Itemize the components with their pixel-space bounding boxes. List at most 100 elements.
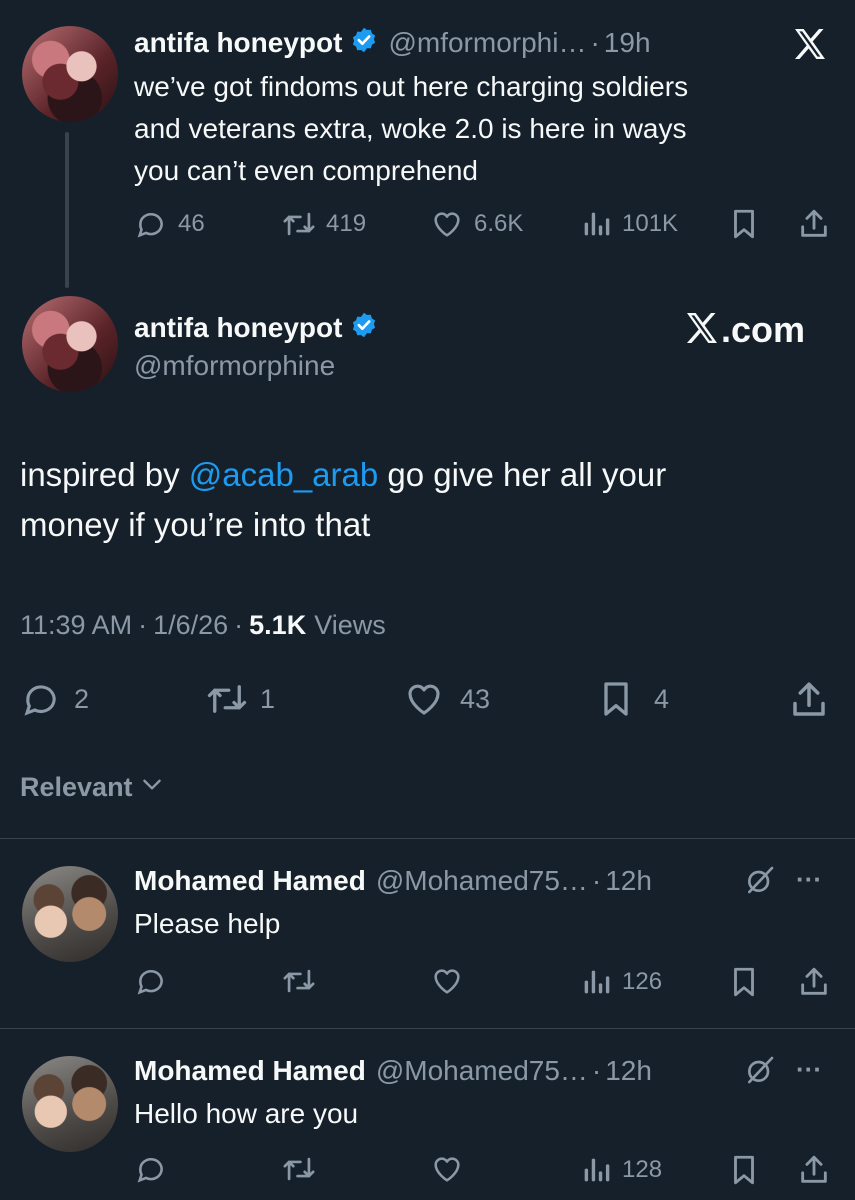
verified-badge-icon xyxy=(350,26,378,61)
like-button[interactable] xyxy=(430,1152,464,1191)
tweet-text-line: and veterans extra, woke 2.0 is here in … xyxy=(134,113,687,144)
reply-icon xyxy=(20,678,62,720)
like-icon xyxy=(430,1157,464,1190)
reply-button[interactable] xyxy=(134,964,168,1003)
reply-header: Mohamed Hamed @Mohamed75… · 12h xyxy=(134,1052,652,1090)
repost-icon xyxy=(280,207,318,241)
more-icon[interactable]: ··· xyxy=(796,1054,822,1085)
grok-icon[interactable] xyxy=(744,1054,776,1091)
divider xyxy=(0,1028,855,1029)
share-button[interactable] xyxy=(797,1152,831,1193)
tweet-header: antifa honeypot @mformorphi… · 19h xyxy=(134,24,651,62)
chevron-down-icon xyxy=(139,771,165,804)
views-icon xyxy=(580,965,612,999)
views-count: 126 xyxy=(622,968,663,995)
repost-button[interactable] xyxy=(280,964,318,1003)
tweet-text: we’ve got findoms out here charging sold… xyxy=(134,66,688,192)
x-logo-icon[interactable] xyxy=(790,24,830,64)
reply-icon xyxy=(134,207,168,241)
share-icon xyxy=(797,209,831,246)
avatar[interactable] xyxy=(22,866,118,962)
x-logo-icon xyxy=(682,308,722,353)
tweet-text: inspired by @acab_arab go give her all y… xyxy=(20,450,666,550)
watermark-text: .com xyxy=(721,309,806,350)
views-count: 101K xyxy=(622,210,679,237)
display-name[interactable]: Mohamed Hamed xyxy=(134,1055,366,1087)
display-name[interactable]: antifa honeypot xyxy=(134,312,342,344)
like-button[interactable] xyxy=(430,964,464,1003)
share-button[interactable] xyxy=(797,206,831,247)
views-count: 5.1K xyxy=(249,609,307,640)
bookmark-icon xyxy=(727,1155,761,1192)
bookmark-button[interactable] xyxy=(727,964,761,1005)
timestamp[interactable]: 12h xyxy=(605,1055,652,1087)
bookmark-button[interactable] xyxy=(727,206,761,247)
reply-icon xyxy=(134,1157,168,1190)
bookmark-icon xyxy=(727,967,761,1004)
timestamp[interactable]: 12h xyxy=(605,865,652,897)
repost-button[interactable]: 1 xyxy=(204,678,275,720)
bookmark-icon xyxy=(596,677,636,721)
separator: · xyxy=(591,1055,602,1086)
reply-count: 46 xyxy=(178,210,205,237)
divider xyxy=(0,838,855,839)
repost-button[interactable] xyxy=(280,1152,318,1191)
like-button[interactable]: 6.6K xyxy=(430,206,523,242)
display-name[interactable]: Mohamed Hamed xyxy=(134,865,366,897)
repost-button[interactable]: 419 xyxy=(280,206,366,242)
more-icon[interactable]: ··· xyxy=(796,864,822,895)
handle[interactable]: @Mohamed75… xyxy=(376,865,588,897)
like-icon xyxy=(402,678,446,720)
reply-icon xyxy=(134,969,168,1002)
timestamp[interactable]: 11:39 AM xyxy=(20,610,132,641)
verified-badge-icon xyxy=(350,311,378,346)
tweet-text-line: money if you’re into that xyxy=(20,506,371,543)
reply-button[interactable] xyxy=(134,1152,168,1191)
bookmark-button[interactable]: 4 xyxy=(596,678,669,720)
views-button[interactable]: 128 xyxy=(580,1152,662,1188)
views-button[interactable]: 101K xyxy=(580,206,678,242)
timestamp[interactable]: 19h xyxy=(604,27,651,59)
avatar[interactable] xyxy=(22,1056,118,1152)
share-icon xyxy=(788,682,830,726)
separator: · xyxy=(234,609,244,640)
repost-icon xyxy=(280,969,318,1002)
like-count: 43 xyxy=(460,683,491,714)
reply-text: Please help xyxy=(134,908,281,939)
separator: · xyxy=(590,27,600,58)
views-count: 128 xyxy=(622,1156,663,1183)
reply-button[interactable]: 46 xyxy=(134,206,205,242)
date[interactable]: 1/6/26 xyxy=(153,610,228,641)
text-fragment: inspired by xyxy=(20,456,189,493)
mention-link[interactable]: @acab_arab xyxy=(189,456,378,493)
grok-icon[interactable] xyxy=(744,864,776,901)
avatar[interactable] xyxy=(22,296,118,392)
avatar[interactable] xyxy=(22,26,118,122)
repost-icon xyxy=(204,678,250,720)
reply-text: Hello how are you xyxy=(134,1098,359,1129)
separator: · xyxy=(591,865,602,896)
share-button[interactable] xyxy=(797,964,831,1005)
reply-button[interactable]: 2 xyxy=(20,678,89,720)
tweet-text-line: we’ve got findoms out here charging sold… xyxy=(134,71,689,102)
handle[interactable]: @mformorphine xyxy=(134,350,335,382)
separator: · xyxy=(138,609,148,640)
display-name[interactable]: antifa honeypot xyxy=(134,27,342,59)
repost-count: 419 xyxy=(326,210,367,237)
views-button[interactable]: 126 xyxy=(580,964,662,1000)
reply-header: Mohamed Hamed @Mohamed75… · 12h xyxy=(134,862,652,900)
reply-count: 2 xyxy=(74,683,90,714)
repost-icon xyxy=(280,1157,318,1190)
views-icon xyxy=(580,1153,612,1187)
handle[interactable]: @Mohamed75… xyxy=(376,1055,588,1087)
bookmark-button[interactable] xyxy=(727,1152,761,1193)
sort-label: Relevant xyxy=(20,771,133,802)
share-button[interactable] xyxy=(788,678,830,727)
handle[interactable]: @mformorphi… xyxy=(388,27,586,59)
thread-connector xyxy=(65,132,69,288)
like-button[interactable]: 43 xyxy=(402,678,490,720)
sort-dropdown[interactable]: Relevant xyxy=(20,768,165,806)
text-fragment: go give her all your xyxy=(378,456,667,493)
like-icon xyxy=(430,207,464,241)
share-icon xyxy=(797,1155,831,1192)
